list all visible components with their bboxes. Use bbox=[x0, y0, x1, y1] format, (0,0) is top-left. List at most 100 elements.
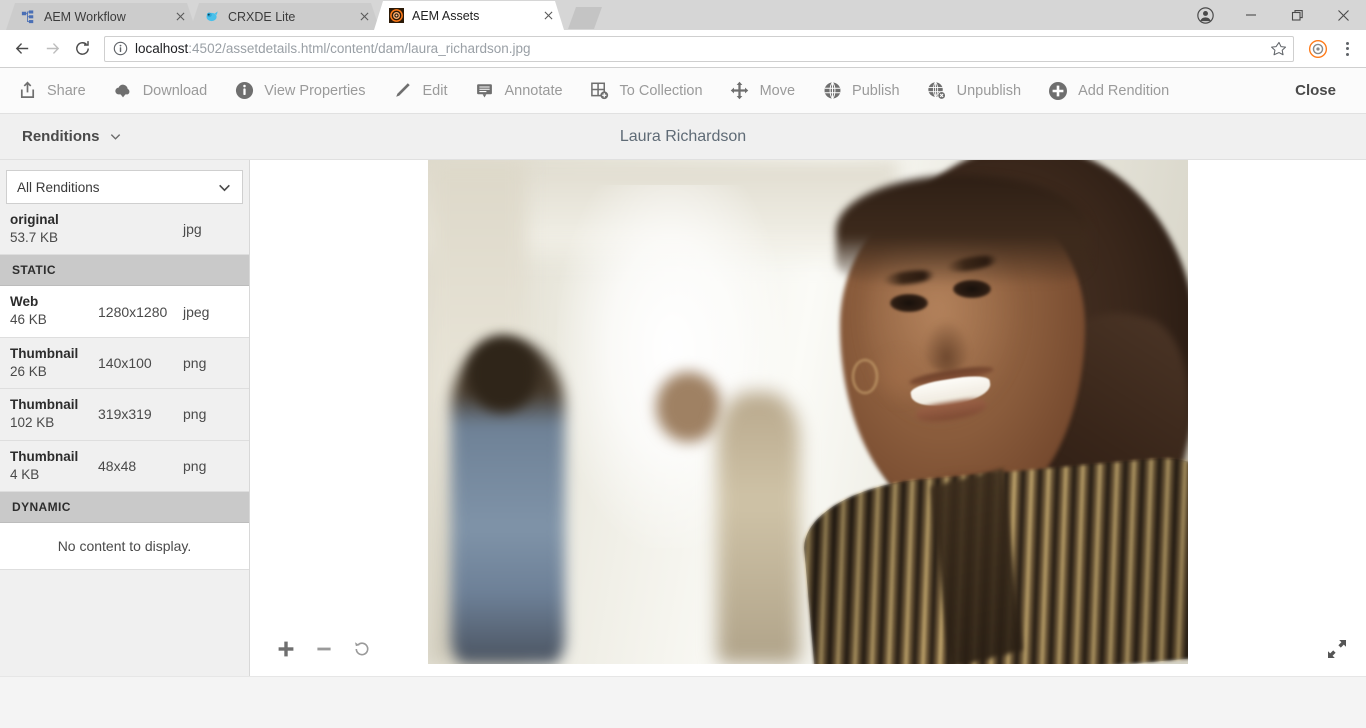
asset-action-toolbar: Share Download View Properties Edit Anno… bbox=[0, 68, 1366, 114]
aem-assets-icon bbox=[388, 8, 404, 24]
bookmark-star-icon[interactable] bbox=[1271, 41, 1287, 57]
add-rendition-button[interactable]: Add Rendition bbox=[1047, 80, 1182, 102]
view-properties-label: View Properties bbox=[264, 82, 366, 99]
unpublish-label: Unpublish bbox=[956, 82, 1022, 99]
close-icon[interactable] bbox=[540, 8, 556, 24]
view-properties-button[interactable]: View Properties bbox=[233, 80, 378, 102]
new-tab-button[interactable] bbox=[568, 7, 602, 29]
globe-icon bbox=[821, 80, 843, 102]
forward-icon[interactable] bbox=[38, 35, 66, 63]
move-arrows-icon bbox=[729, 80, 751, 102]
rendition-size: 102 KB bbox=[10, 415, 55, 431]
page-title: Laura Richardson bbox=[619, 127, 747, 145]
rendition-format: jpeg bbox=[183, 303, 210, 320]
section-header-static: STATIC bbox=[0, 255, 249, 287]
window-close-button[interactable] bbox=[1320, 0, 1366, 30]
rendition-name-col: Thumbnail 102 KB bbox=[10, 397, 98, 431]
window-maximize-button[interactable] bbox=[1274, 0, 1320, 30]
address-bar[interactable]: localhost:4502/assetdetails.html/content… bbox=[104, 35, 1294, 62]
rendition-size: 53.7 KB bbox=[10, 229, 59, 245]
renditions-panel-toggle[interactable]: Renditions bbox=[0, 128, 122, 145]
rendition-name-col: Web 46 KB bbox=[10, 294, 98, 328]
browser-tab-aem-workflow[interactable]: AEM Workflow bbox=[6, 3, 196, 30]
annotate-button[interactable]: Annotate bbox=[473, 80, 575, 102]
download-cloud-icon bbox=[112, 80, 134, 102]
info-circle-icon bbox=[233, 80, 255, 102]
section-header-dynamic: DYNAMIC bbox=[0, 492, 249, 524]
rendition-size: 46 KB bbox=[10, 312, 47, 328]
rendition-dimensions: 1280x1280 bbox=[98, 303, 168, 320]
download-button[interactable]: Download bbox=[112, 80, 221, 102]
chevron-down-icon bbox=[217, 180, 232, 195]
to-collection-button[interactable]: To Collection bbox=[589, 80, 716, 102]
chevron-down-icon bbox=[109, 130, 122, 143]
collection-add-icon bbox=[589, 80, 611, 102]
edit-label: Edit bbox=[422, 82, 448, 99]
publish-button[interactable]: Publish bbox=[821, 80, 913, 102]
browser-tab-aem-assets[interactable]: AEM Assets bbox=[374, 1, 564, 30]
rendition-dimensions: 48x48 bbox=[98, 457, 137, 474]
workflow-icon bbox=[20, 9, 36, 25]
address-bar-host: localhost bbox=[135, 41, 189, 56]
window-minimize-button[interactable] bbox=[1228, 0, 1274, 30]
minus-icon[interactable] bbox=[312, 637, 336, 661]
rendition-size: 26 KB bbox=[10, 363, 47, 379]
rendition-format: png bbox=[183, 406, 207, 423]
renditions-filter-select[interactable]: All Renditions bbox=[6, 170, 243, 204]
move-label: Move bbox=[759, 82, 796, 99]
rendition-name-col: Thumbnail 4 KB bbox=[10, 449, 98, 483]
unpublish-button[interactable]: Unpublish bbox=[926, 80, 1035, 102]
annotate-label: Annotate bbox=[504, 82, 563, 99]
rendition-name: Thumbnail bbox=[10, 345, 79, 361]
rendition-name: Thumbnail bbox=[10, 448, 79, 464]
profile-icon[interactable] bbox=[1182, 0, 1228, 30]
share-label: Share bbox=[47, 82, 86, 99]
rendition-row-thumbnail-319x319[interactable]: Thumbnail 102 KB 319x319 png bbox=[0, 389, 249, 441]
renditions-toggle-label: Renditions bbox=[22, 128, 100, 145]
window-controls bbox=[1182, 0, 1366, 30]
renditions-filter-wrap: All Renditions bbox=[0, 160, 249, 204]
rendition-format: jpg bbox=[183, 221, 202, 238]
three-dot-menu-icon[interactable] bbox=[1336, 36, 1358, 62]
asset-image[interactable] bbox=[428, 160, 1188, 664]
browser-tabstrip: AEM Workflow CRXDE Lite AEM Assets bbox=[0, 0, 602, 30]
close-icon[interactable] bbox=[172, 9, 188, 25]
close-icon[interactable] bbox=[356, 9, 372, 25]
browser-titlebar: AEM Workflow CRXDE Lite AEM Assets bbox=[0, 0, 1366, 30]
move-button[interactable]: Move bbox=[729, 80, 808, 102]
rendition-row-original[interactable]: original 53.7 KB jpg bbox=[0, 204, 249, 256]
browser-tab-title: CRXDE Lite bbox=[228, 9, 296, 24]
plus-icon[interactable] bbox=[274, 637, 298, 661]
aem-assets-app: Share Download View Properties Edit Anno… bbox=[0, 68, 1366, 728]
image-zoom-controls bbox=[274, 637, 374, 661]
share-icon bbox=[16, 80, 38, 102]
browser-tab-crxde-lite[interactable]: CRXDE Lite bbox=[190, 3, 380, 30]
rendition-row-thumbnail-48x48[interactable]: Thumbnail 4 KB 48x48 png bbox=[0, 440, 249, 493]
rendition-name-col: Thumbnail 26 KB bbox=[10, 346, 98, 380]
reload-icon[interactable] bbox=[68, 35, 96, 63]
annotate-icon bbox=[473, 80, 495, 102]
plus-circle-icon bbox=[1047, 80, 1069, 102]
rendition-name: Web bbox=[10, 294, 39, 310]
dynamic-empty-message: No content to display. bbox=[0, 523, 249, 571]
rendition-format: png bbox=[183, 457, 207, 474]
renditions-sidebar: All Renditions original 53.7 KB jpg STAT… bbox=[0, 160, 250, 676]
sidebar-filler bbox=[0, 570, 249, 676]
close-button[interactable]: Close bbox=[1295, 82, 1350, 99]
to-collection-label: To Collection bbox=[619, 82, 703, 99]
rendition-row-thumbnail-140x100[interactable]: Thumbnail 26 KB 140x100 png bbox=[0, 337, 249, 390]
reset-rotate-icon[interactable] bbox=[350, 637, 374, 661]
page-info-icon[interactable] bbox=[111, 40, 129, 58]
extension-icon[interactable] bbox=[1306, 37, 1330, 61]
viewer-footer-bar bbox=[0, 676, 1366, 728]
crxde-icon bbox=[204, 9, 220, 25]
globe-remove-icon bbox=[926, 80, 948, 102]
rendition-format: png bbox=[183, 355, 207, 372]
asset-detail-body: All Renditions original 53.7 KB jpg STAT… bbox=[0, 160, 1366, 676]
share-button[interactable]: Share bbox=[16, 80, 99, 102]
publish-label: Publish bbox=[852, 82, 900, 99]
edit-button[interactable]: Edit bbox=[391, 80, 460, 102]
fullscreen-expand-icon[interactable] bbox=[1326, 638, 1348, 660]
back-icon[interactable] bbox=[8, 35, 36, 63]
rendition-row-web[interactable]: Web 46 KB 1280x1280 jpeg bbox=[0, 286, 249, 338]
